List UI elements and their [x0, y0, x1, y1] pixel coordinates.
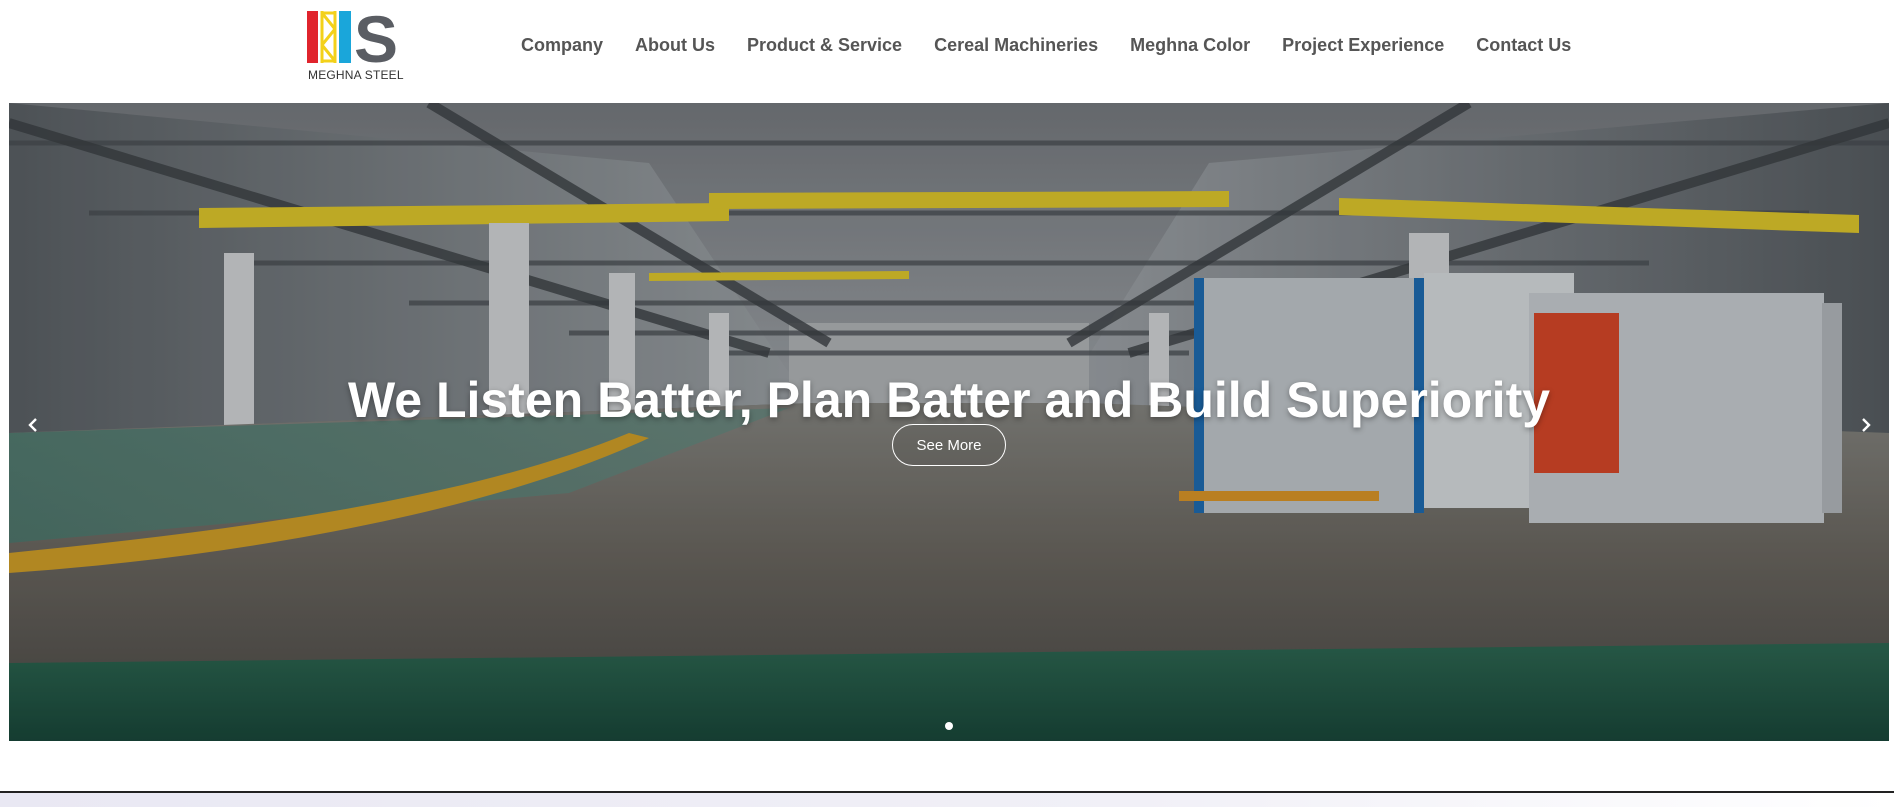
nav-item-about-us[interactable]: About Us	[619, 35, 731, 56]
nav-item-cereal-machineries[interactable]: Cereal Machineries	[918, 35, 1114, 56]
chevron-right-icon	[1862, 418, 1871, 432]
hero-title: We Listen Batter, Plan Batter and Build …	[347, 372, 1551, 428]
slider-dot-active[interactable]	[945, 722, 953, 730]
slider-pagination	[9, 722, 1889, 730]
slider-prev-button[interactable]	[19, 408, 47, 442]
site-header: S MEGHNA STEEL Company About Us Product …	[0, 0, 1894, 103]
main-navigation: Company About Us Product & Service Cerea…	[505, 28, 1587, 62]
svg-text:S: S	[354, 11, 398, 67]
see-more-button[interactable]: See More	[892, 424, 1006, 466]
hero-slider: We Listen Batter, Plan Batter and Build …	[9, 103, 1889, 741]
nav-item-meghna-color[interactable]: Meghna Color	[1114, 35, 1266, 56]
nav-item-project-experience[interactable]: Project Experience	[1266, 35, 1460, 56]
site-logo[interactable]: S MEGHNA STEEL	[307, 11, 413, 82]
nav-item-contact-us[interactable]: Contact Us	[1460, 35, 1587, 56]
nav-item-product-service[interactable]: Product & Service	[731, 35, 918, 56]
logo-wordmark: MEGHNA STEEL	[308, 68, 404, 82]
next-section	[0, 791, 1894, 807]
nav-item-company[interactable]: Company	[505, 35, 619, 56]
slider-next-button[interactable]	[1852, 408, 1880, 442]
chevron-left-icon	[28, 418, 37, 432]
meghna-steel-logo-mark: S	[307, 11, 398, 67]
